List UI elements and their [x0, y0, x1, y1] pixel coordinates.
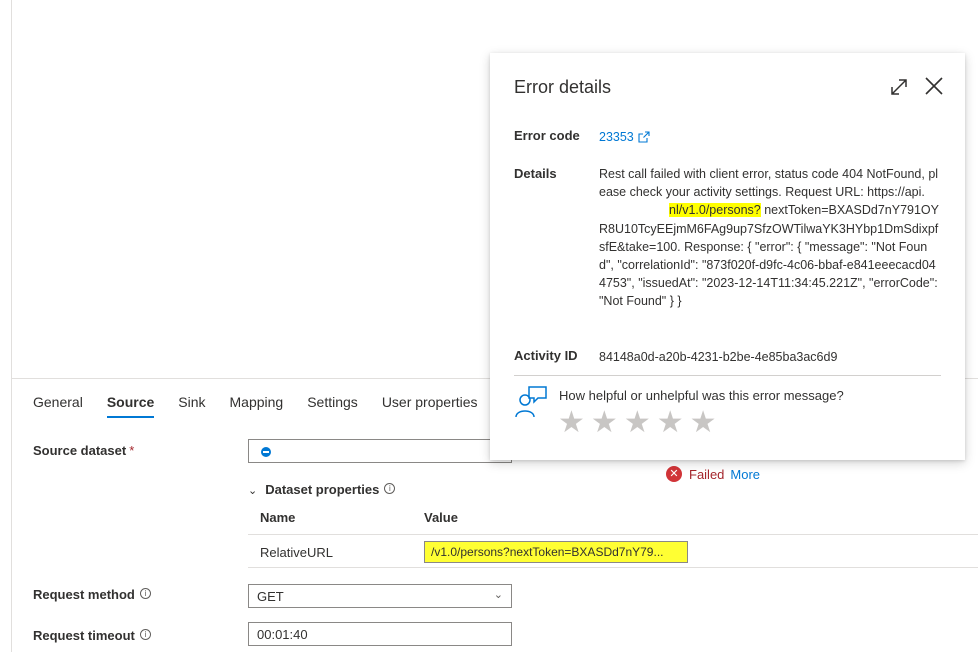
star-icon[interactable]: ★: [591, 405, 618, 441]
feedback-question: How helpful or unhelpful was this error …: [559, 388, 844, 403]
failed-text: Failed: [689, 466, 725, 482]
relative-url-input[interactable]: /v1.0/persons?nextToken=BXASDd7nY79...: [424, 541, 688, 563]
info-icon[interactable]: i: [139, 629, 151, 640]
request-method-label: Request method i: [33, 587, 151, 602]
request-method-label-text: Request method: [33, 587, 135, 602]
table-divider-bottom: [248, 567, 978, 568]
column-name-header: Name: [260, 510, 296, 525]
request-method-select[interactable]: GET ⌄: [248, 584, 512, 608]
tab-general[interactable]: General: [33, 394, 83, 418]
activity-tabs: General Source Sink Mapping Settings Use…: [33, 394, 502, 418]
star-icon[interactable]: ★: [624, 405, 651, 441]
star-icon[interactable]: ★: [690, 405, 717, 441]
table-row-name: RelativeURL: [260, 545, 333, 560]
source-dataset-label-text: Source dataset: [33, 443, 127, 458]
source-dataset-label: Source dataset *: [33, 443, 134, 458]
panel-title: Error details: [514, 77, 612, 97]
tab-source[interactable]: Source: [106, 394, 155, 418]
required-mark: *: [129, 443, 135, 458]
details-text: Rest call failed with client error, stat…: [599, 165, 939, 311]
column-value-header: Value: [424, 510, 458, 525]
chevron-down-icon: ⌄: [248, 484, 258, 497]
dataset-properties-label: Dataset properties: [265, 482, 380, 497]
close-icon[interactable]: [923, 75, 945, 97]
star-icon[interactable]: ★: [558, 405, 585, 441]
star-icon[interactable]: ★: [657, 405, 684, 441]
tab-mapping[interactable]: Mapping: [230, 394, 284, 418]
run-status: ✕ Failed More: [666, 466, 760, 482]
request-timeout-label: Request timeout i: [33, 628, 151, 643]
error-code-field: 23353: [599, 128, 650, 146]
request-timeout-value: 00:01:40: [257, 627, 308, 642]
source-dataset-select[interactable]: [248, 439, 512, 463]
error-details-panel: Error details Error code 23353 Details R…: [490, 53, 965, 460]
left-border: [11, 0, 12, 652]
dataset-icon: [261, 447, 271, 457]
request-timeout-input[interactable]: 00:01:40: [248, 622, 512, 646]
info-icon[interactable]: i: [384, 483, 396, 494]
panel-divider: [514, 375, 941, 376]
rating-stars: ★ ★ ★ ★ ★: [558, 405, 723, 441]
info-icon[interactable]: i: [139, 588, 151, 599]
details-text-part1: Rest call failed with client error, stat…: [599, 167, 939, 200]
error-circle-icon: ✕: [666, 466, 682, 482]
dataset-properties-toggle[interactable]: ⌄ Dataset properties i: [248, 482, 396, 497]
tab-sink[interactable]: Sink: [178, 394, 205, 418]
details-label: Details: [514, 166, 557, 181]
details-highlight: nl/v1.0/persons?: [669, 203, 761, 218]
tab-user-properties[interactable]: User properties: [382, 394, 478, 418]
error-code-link[interactable]: 23353: [599, 130, 634, 144]
activity-id-label: Activity ID: [514, 348, 578, 363]
more-link[interactable]: More: [730, 467, 760, 482]
tab-settings[interactable]: Settings: [307, 394, 358, 418]
details-text-part2: nextToken=BXASDd7nY791OYR8U10TcyEEjmM6FA…: [599, 203, 939, 309]
activity-id-value: 84148a0d-a20b-4231-b2be-4e85ba3ac6d9: [599, 350, 838, 364]
error-code-label: Error code: [514, 128, 580, 143]
chevron-down-icon: ⌄: [493, 588, 503, 601]
request-timeout-label-text: Request timeout: [33, 628, 135, 643]
expand-icon[interactable]: [889, 77, 909, 97]
feedback-person-icon: [515, 386, 547, 418]
request-method-value: GET: [257, 589, 284, 604]
external-link-icon[interactable]: [638, 131, 650, 143]
table-divider: [248, 534, 978, 535]
